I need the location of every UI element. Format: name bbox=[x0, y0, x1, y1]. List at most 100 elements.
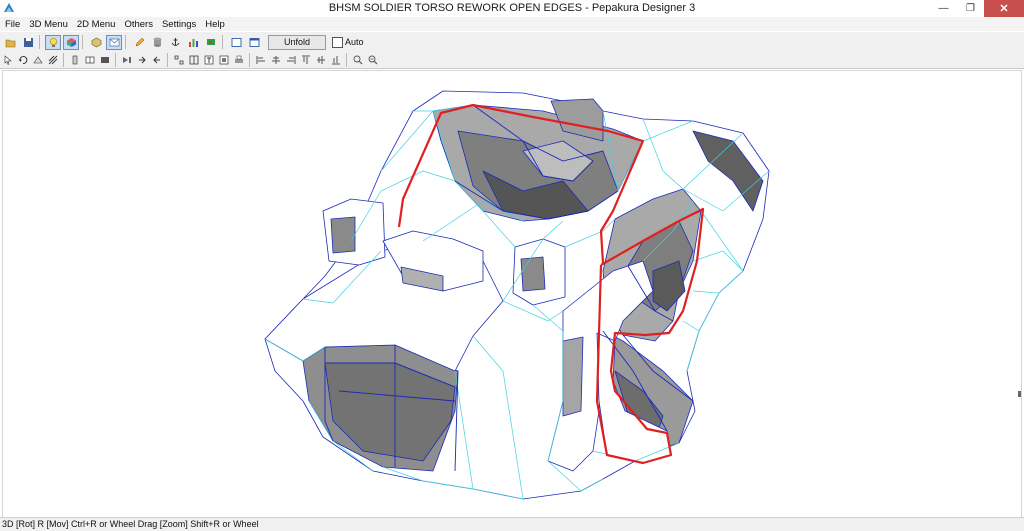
tool-join-part-button[interactable] bbox=[187, 54, 201, 67]
zoom-out-button[interactable] bbox=[366, 54, 380, 67]
tool-print-button[interactable] bbox=[232, 54, 246, 67]
menu-others[interactable]: Others bbox=[119, 17, 157, 31]
align-left-icon bbox=[256, 56, 265, 64]
align-top-icon bbox=[302, 55, 310, 64]
cylinder-icon bbox=[153, 37, 161, 47]
toolbar-separator bbox=[222, 35, 223, 49]
align-left-button[interactable] bbox=[254, 54, 268, 67]
edit-toolbar bbox=[0, 52, 1024, 69]
menu-help[interactable]: Help bbox=[200, 17, 229, 31]
main-toolbar: Unfold Auto bbox=[0, 32, 1024, 52]
window-title: BHSM SOLDIER TORSO REWORK OPEN EDGES - P… bbox=[328, 2, 696, 14]
status-text: 3D [Rot] R [Mov] Ctrl+R or Wheel Drag [Z… bbox=[2, 519, 259, 529]
box-3d-icon bbox=[91, 37, 101, 47]
window-button[interactable] bbox=[246, 35, 262, 50]
menu-3d[interactable]: 3D Menu bbox=[24, 17, 72, 31]
light-toggle-button[interactable] bbox=[45, 34, 61, 50]
anchor-icon bbox=[171, 37, 179, 46]
zoom-in-icon bbox=[353, 55, 363, 65]
align-middle-button[interactable] bbox=[314, 54, 328, 67]
unfold-button[interactable]: Unfold bbox=[268, 34, 326, 50]
pencil-button[interactable] bbox=[131, 35, 147, 50]
minimize-button[interactable]: — bbox=[930, 0, 957, 17]
align-right-button[interactable] bbox=[284, 54, 298, 67]
layout-icon bbox=[231, 37, 241, 47]
toolbar-separator bbox=[167, 53, 168, 67]
edge-icon bbox=[85, 56, 95, 64]
text-icon bbox=[204, 55, 214, 65]
tool-text-button[interactable] bbox=[202, 54, 216, 67]
box-view-button[interactable] bbox=[88, 35, 104, 50]
tool-rotate-part-button[interactable] bbox=[135, 54, 149, 67]
status-bar: 3D [Rot] R [Mov] Ctrl+R or Wheel Drag [Z… bbox=[0, 517, 1024, 531]
tool-link-button[interactable] bbox=[150, 54, 164, 67]
3d-viewport[interactable] bbox=[2, 70, 1022, 518]
tool-scale-button[interactable] bbox=[46, 54, 60, 67]
tool-select-button[interactable] bbox=[1, 54, 15, 67]
edge-view-button[interactable] bbox=[106, 34, 122, 50]
align-center-button[interactable] bbox=[269, 54, 283, 67]
save-button[interactable] bbox=[20, 35, 36, 50]
link-icon bbox=[153, 56, 160, 64]
tool-edge-button[interactable] bbox=[83, 54, 97, 67]
window-controls: — ❐ ✕ bbox=[930, 0, 1024, 17]
tool-rotate-button[interactable] bbox=[16, 54, 30, 67]
tool-image-button[interactable] bbox=[217, 54, 231, 67]
restore-button[interactable]: ❐ bbox=[957, 0, 984, 17]
menu-file[interactable]: File bbox=[0, 17, 24, 31]
tool-move-button[interactable] bbox=[98, 54, 112, 67]
menu-bar: File 3D Menu 2D Menu Others Settings Hel… bbox=[0, 17, 1024, 31]
flip-icon bbox=[123, 57, 131, 63]
scale-icon bbox=[48, 55, 58, 65]
window-icon bbox=[249, 37, 259, 47]
rotate-icon bbox=[19, 56, 28, 64]
chart-button[interactable] bbox=[185, 35, 201, 50]
flag-button[interactable] bbox=[203, 35, 219, 50]
align-top-button[interactable] bbox=[299, 54, 313, 67]
auto-checkbox[interactable]: Auto bbox=[332, 36, 364, 48]
align-bottom-button[interactable] bbox=[329, 54, 343, 67]
auto-label: Auto bbox=[345, 37, 364, 47]
save-icon bbox=[23, 37, 33, 47]
toolbar-separator bbox=[249, 53, 250, 67]
align-right-icon bbox=[287, 56, 296, 64]
join-part-icon bbox=[189, 55, 199, 65]
split-icon bbox=[174, 55, 184, 65]
cylinder-button[interactable] bbox=[149, 35, 165, 50]
toolbar-separator bbox=[125, 35, 126, 49]
zoom-in-button[interactable] bbox=[351, 54, 365, 67]
torso-3d-model[interactable] bbox=[3, 71, 1021, 517]
rotate-part-icon bbox=[139, 56, 146, 64]
menu-2d[interactable]: 2D Menu bbox=[72, 17, 120, 31]
tool-tab-button[interactable] bbox=[68, 54, 82, 67]
tool-split-button[interactable] bbox=[172, 54, 186, 67]
envelope-icon bbox=[109, 38, 119, 46]
title-bar: BHSM SOLDIER TORSO REWORK OPEN EDGES - P… bbox=[0, 0, 1024, 17]
flag-icon bbox=[206, 38, 215, 45]
align-bottom-icon bbox=[332, 56, 340, 65]
pencil-icon bbox=[135, 37, 144, 46]
open-button[interactable] bbox=[2, 35, 18, 50]
lightbulb-icon bbox=[49, 37, 57, 47]
cube-color-icon bbox=[66, 37, 76, 47]
image-icon bbox=[219, 55, 229, 65]
auto-checkbox-box[interactable] bbox=[332, 36, 343, 48]
anchor-button[interactable] bbox=[167, 35, 183, 50]
toolbar-separator bbox=[82, 35, 83, 49]
toolbar-separator bbox=[39, 35, 40, 49]
menu-settings[interactable]: Settings bbox=[157, 17, 200, 31]
close-button[interactable]: ✕ bbox=[984, 0, 1024, 17]
tool-flip-button[interactable] bbox=[120, 54, 134, 67]
join-icon bbox=[33, 56, 43, 64]
toolbar-separator bbox=[63, 53, 64, 67]
texture-toggle-button[interactable] bbox=[63, 34, 79, 50]
layout-button[interactable] bbox=[228, 35, 244, 50]
chart-icon bbox=[188, 38, 198, 47]
toolbar-separator bbox=[115, 53, 116, 67]
zoom-out-icon bbox=[368, 55, 378, 65]
toolbar-separator bbox=[346, 53, 347, 67]
print-icon bbox=[235, 55, 243, 63]
align-center-icon bbox=[272, 56, 280, 64]
tool-join-button[interactable] bbox=[31, 54, 45, 67]
viewport-edge-marker bbox=[1018, 391, 1021, 397]
